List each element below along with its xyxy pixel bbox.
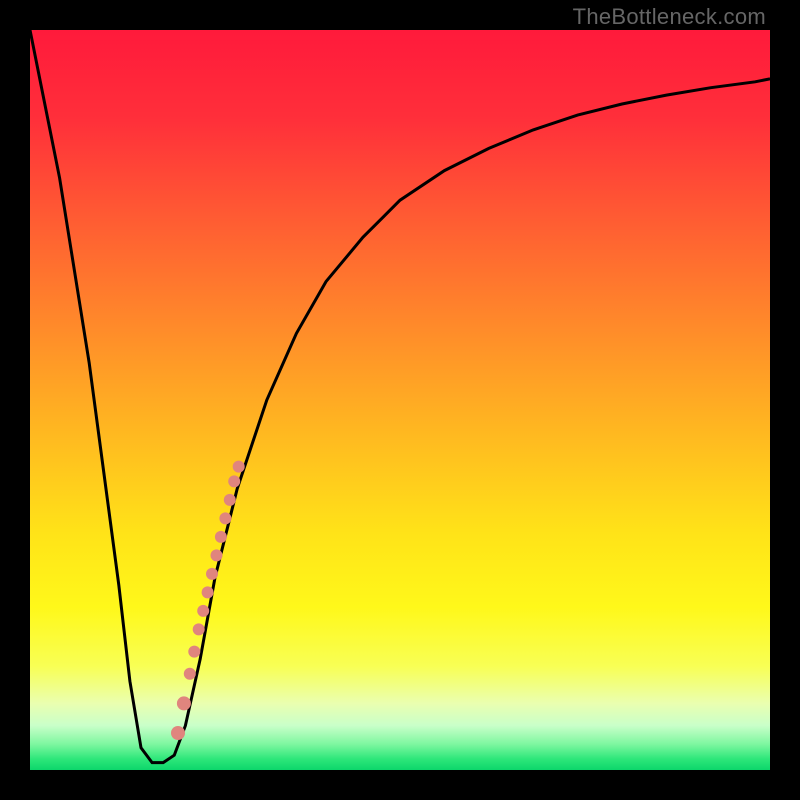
data-point (193, 623, 205, 635)
data-point (197, 605, 209, 617)
data-point (211, 549, 223, 561)
bottleneck-curve (30, 30, 770, 763)
data-point (171, 726, 185, 740)
data-point (177, 696, 191, 710)
data-points (171, 461, 245, 740)
data-point (233, 461, 245, 473)
data-point (206, 568, 218, 580)
data-point (219, 512, 231, 524)
attribution-text: TheBottleneck.com (573, 4, 766, 30)
data-point (224, 494, 236, 506)
chart-frame: TheBottleneck.com (0, 0, 800, 800)
data-point (215, 531, 227, 543)
chart-svg (30, 30, 770, 770)
data-point (188, 646, 200, 658)
data-point (202, 586, 214, 598)
data-point (184, 668, 196, 680)
plot-area (30, 30, 770, 770)
data-point (228, 475, 240, 487)
